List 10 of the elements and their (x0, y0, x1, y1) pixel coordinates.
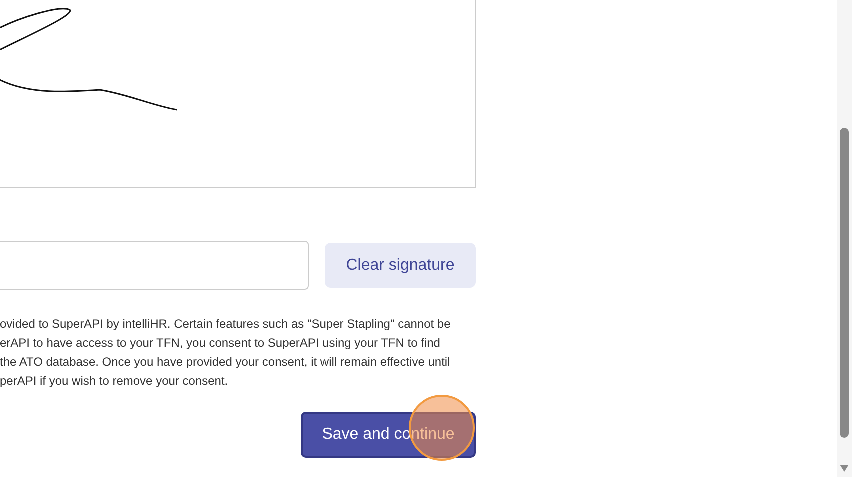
input-field[interactable] (0, 241, 309, 290)
consent-text-line: the ATO database. Once you have provided your consent, it will remain effective until (0, 354, 450, 371)
signature-pad[interactable] (0, 0, 476, 188)
scrollbar[interactable] (837, 0, 852, 477)
scroll-down-icon[interactable] (840, 465, 849, 472)
consent-text-line: ovided to SuperAPI by intelliHR. Certain features such as "Super Stapling" cannot be (0, 316, 451, 333)
scrollbar-thumb[interactable] (840, 128, 849, 438)
clear-signature-button[interactable]: Clear signature (325, 243, 476, 288)
consent-text-line: perAPI if you wish to remove your consent. (0, 373, 228, 390)
consent-text-line: erAPI to have access to your TFN, you consent to SuperAPI using your TFN to find (0, 335, 440, 352)
